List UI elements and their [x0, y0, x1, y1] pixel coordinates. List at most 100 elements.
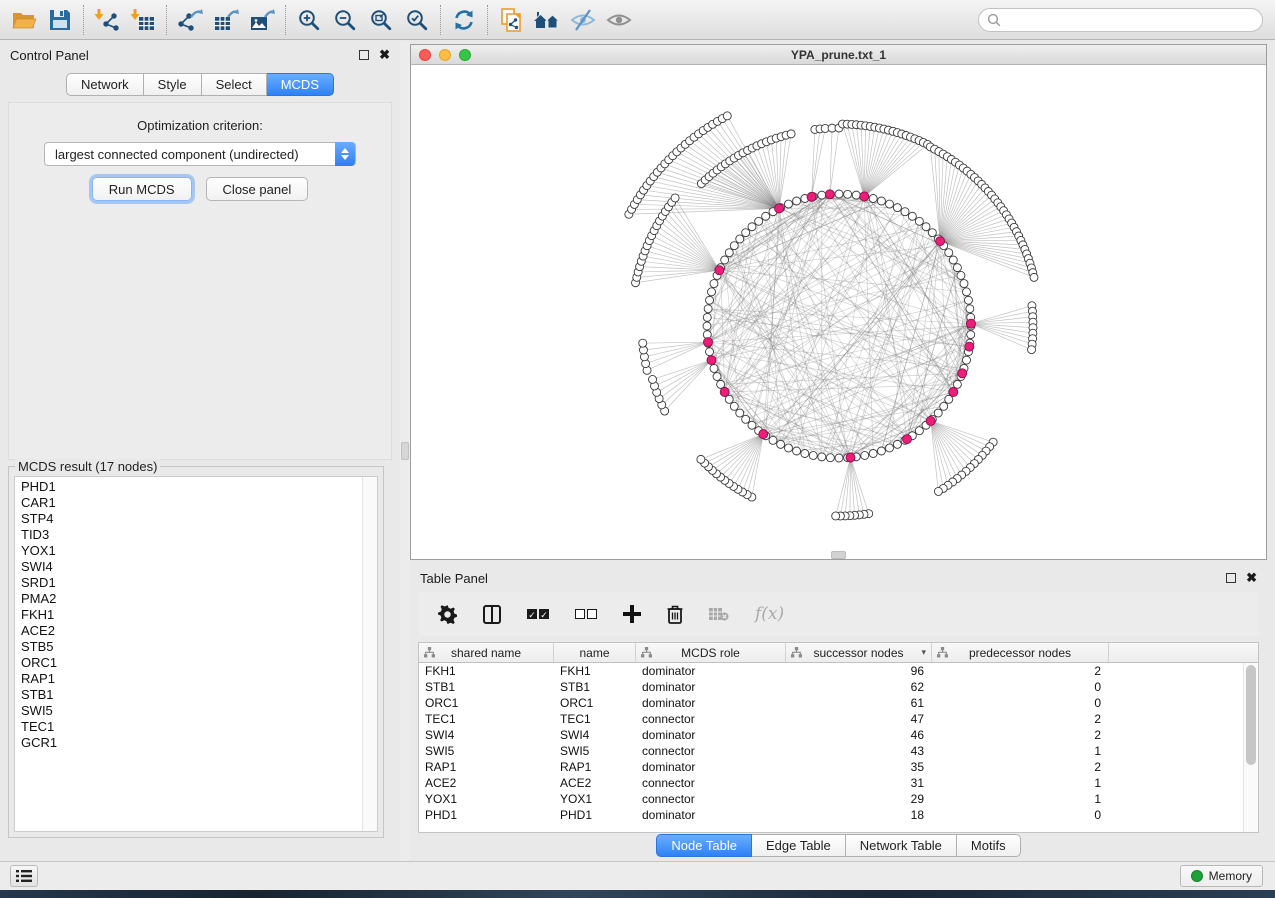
mcds-result-item[interactable]: SWI5 — [15, 703, 361, 719]
graph-mcds-node[interactable] — [715, 266, 724, 275]
vertical-splitter[interactable] — [400, 42, 410, 861]
graph-mcds-node[interactable] — [966, 319, 975, 328]
zoom-fit-button[interactable] — [363, 4, 399, 36]
graph-mcds-node[interactable] — [846, 453, 855, 462]
graph-node[interactable] — [713, 373, 721, 381]
network-graph[interactable] — [411, 65, 1266, 559]
delete-table-button[interactable] — [709, 607, 729, 621]
tab-edge-table[interactable]: Edge Table — [752, 834, 846, 857]
select-all-button[interactable]: ✓✓ — [527, 609, 549, 619]
zoom-out-button[interactable] — [327, 4, 363, 36]
open-folder-button[interactable] — [6, 4, 42, 36]
graph-node[interactable] — [818, 191, 826, 199]
criterion-dropdown[interactable]: largest connected component (undirected) — [44, 142, 356, 166]
tab-style[interactable]: Style — [144, 73, 202, 96]
graph-node[interactable] — [901, 208, 909, 216]
graph-node[interactable] — [852, 191, 860, 199]
graph-node[interactable] — [940, 402, 948, 410]
add-column-button[interactable] — [623, 605, 641, 623]
graph-node[interactable] — [886, 444, 894, 452]
mcds-result-item[interactable]: STP4 — [15, 511, 361, 527]
graph-node[interactable] — [639, 339, 647, 347]
graph-node[interactable] — [793, 447, 801, 455]
graph-mcds-node[interactable] — [958, 369, 967, 378]
graph-node[interactable] — [710, 280, 718, 288]
float-panel-icon[interactable] — [359, 50, 369, 60]
graph-mcds-node[interactable] — [949, 388, 958, 397]
table-row[interactable]: SWI4SWI4dominator462 — [419, 727, 1242, 743]
graph-mcds-node[interactable] — [775, 204, 784, 213]
show-columns-button[interactable] — [483, 605, 501, 624]
tab-node-table[interactable]: Node Table — [656, 834, 752, 857]
graph-node[interactable] — [769, 436, 777, 444]
graph-node[interactable] — [784, 200, 792, 208]
table-row[interactable]: ACE2ACE2connector311 — [419, 775, 1242, 791]
graph-node[interactable] — [893, 440, 901, 448]
run-mcds-button[interactable]: Run MCDS — [92, 177, 192, 201]
save-button[interactable] — [42, 4, 78, 36]
tab-motifs[interactable]: Motifs — [957, 834, 1021, 857]
graph-node[interactable] — [893, 204, 901, 212]
tab-mcds[interactable]: MCDS — [267, 73, 334, 96]
mcds-result-item[interactable]: STB1 — [15, 687, 361, 703]
graph-node[interactable] — [934, 487, 942, 495]
graph-mcds-node[interactable] — [936, 237, 945, 246]
search-field[interactable] — [978, 8, 1263, 32]
graph-node[interactable] — [957, 271, 965, 279]
graph-node[interactable] — [869, 194, 877, 202]
function-builder-button[interactable]: f(x) — [755, 604, 784, 624]
column-header-successor-nodes[interactable]: successor nodes ▾ — [786, 643, 932, 662]
graph-node[interactable] — [877, 197, 885, 205]
graph-node[interactable] — [945, 249, 953, 257]
export-image-button[interactable] — [244, 4, 280, 36]
graph-node[interactable] — [963, 356, 971, 364]
graph-node[interactable] — [723, 112, 731, 120]
graph-mcds-node[interactable] — [720, 388, 729, 397]
mcds-result-item[interactable]: ORC1 — [15, 655, 361, 671]
delete-column-button[interactable] — [667, 605, 683, 624]
mcds-result-item[interactable]: GCR1 — [15, 735, 361, 751]
table-row[interactable]: TEC1TEC1connector472 — [419, 711, 1242, 727]
mcds-result-item[interactable]: CAR1 — [15, 495, 361, 511]
import-network-button[interactable] — [89, 4, 125, 36]
graph-node[interactable] — [742, 415, 750, 423]
mcds-result-item[interactable]: YOX1 — [15, 543, 361, 559]
network-canvas[interactable] — [411, 65, 1266, 559]
zoom-in-button[interactable] — [291, 4, 327, 36]
graph-node[interactable] — [844, 190, 852, 198]
mcds-result-item[interactable]: STB5 — [15, 639, 361, 655]
graph-node[interactable] — [964, 296, 972, 304]
graph-node[interactable] — [826, 454, 834, 462]
show-all-button[interactable] — [601, 4, 637, 36]
graph-node[interactable] — [915, 427, 923, 435]
graph-mcds-node[interactable] — [703, 338, 712, 347]
table-row[interactable]: PHD1PHD1dominator180 — [419, 807, 1242, 823]
mcds-result-item[interactable]: FKH1 — [15, 607, 361, 623]
graph-node[interactable] — [730, 402, 738, 410]
mcds-result-item[interactable]: TID3 — [15, 527, 361, 543]
float-table-panel-icon[interactable] — [1226, 573, 1236, 583]
export-table-button[interactable] — [208, 4, 244, 36]
graph-node[interactable] — [736, 409, 744, 417]
table-scrollbar[interactable] — [1243, 663, 1258, 832]
graph-mcds-node[interactable] — [825, 190, 834, 199]
mcds-result-item[interactable]: SRD1 — [15, 575, 361, 591]
graph-mcds-node[interactable] — [902, 435, 911, 444]
close-panel-button[interactable]: Close panel — [206, 177, 309, 201]
graph-node[interactable] — [787, 130, 795, 138]
graph-node[interactable] — [953, 264, 961, 272]
graph-node[interactable] — [934, 409, 942, 417]
graph-node[interactable] — [809, 451, 817, 459]
graph-node[interactable] — [777, 440, 785, 448]
mcds-result-item[interactable]: SWI4 — [15, 559, 361, 575]
horizontal-splitter-grip[interactable] — [831, 551, 846, 559]
column-header-shared-name[interactable]: shared name — [419, 643, 554, 662]
graph-node[interactable] — [953, 380, 961, 388]
graph-node[interactable] — [1028, 346, 1036, 354]
graph-node[interactable] — [801, 450, 809, 458]
graph-node[interactable] — [649, 375, 657, 383]
graph-mcds-node[interactable] — [807, 192, 816, 201]
graph-node[interactable] — [703, 313, 711, 321]
graph-node[interactable] — [736, 235, 744, 243]
graph-node[interactable] — [877, 447, 885, 455]
